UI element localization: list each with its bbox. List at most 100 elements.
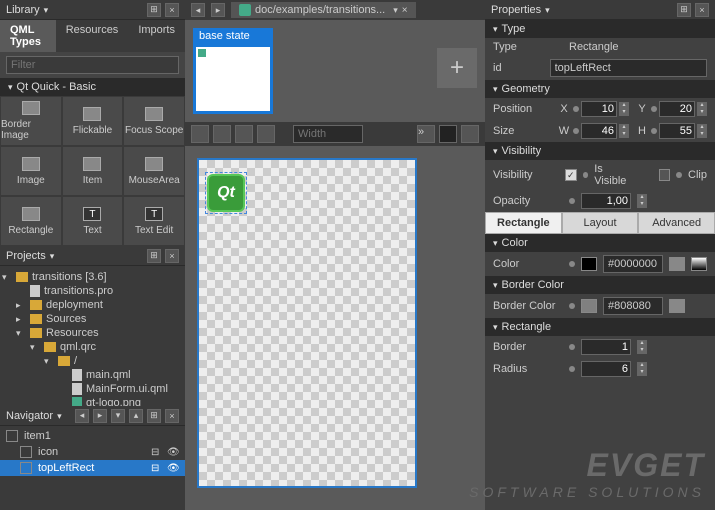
tree-item[interactable]: ▾Resources (2, 326, 183, 340)
size-w-input[interactable] (581, 123, 617, 139)
base-state[interactable]: base state (193, 28, 273, 114)
spinner-up-icon[interactable]: ▴ (637, 340, 647, 347)
comp-text[interactable]: TText (62, 196, 124, 246)
close-tab-icon[interactable]: × (402, 5, 408, 16)
close-icon[interactable]: × (165, 3, 179, 17)
tree-item[interactable]: ▾qml.qrc (2, 340, 183, 354)
pos-y-input[interactable] (659, 101, 695, 117)
qt-quick-basic-header[interactable]: Qt Quick - Basic (0, 78, 185, 96)
close-icon[interactable]: × (165, 249, 179, 263)
spinner-down-icon[interactable]: ▾ (697, 131, 707, 138)
is-visible-checkbox[interactable]: ✓ (565, 169, 576, 181)
old-color-swatch[interactable] (669, 257, 685, 271)
spinner-up-icon[interactable]: ▴ (619, 102, 629, 109)
split-icon[interactable]: ⊞ (147, 409, 161, 423)
geometry-section[interactable]: Geometry (485, 80, 715, 98)
clip-checkbox[interactable] (659, 169, 670, 181)
library-title[interactable]: Library (6, 4, 147, 16)
pos-x-input[interactable] (581, 101, 617, 117)
back-icon[interactable]: ◂ (191, 3, 205, 17)
qt-logo-item[interactable]: Qt (207, 174, 245, 212)
comp-rectangle[interactable]: Rectangle (0, 196, 62, 246)
comp-flickable[interactable]: Flickable (62, 96, 124, 146)
nav-item-icon[interactable]: icon⊟👁 (0, 444, 185, 460)
tree-item[interactable]: ▸Sources (2, 312, 183, 326)
border-color-section[interactable]: Border Color (485, 276, 715, 294)
tab-qml-types[interactable]: QML Types (0, 20, 56, 52)
opacity-input[interactable] (581, 193, 631, 209)
comp-border-image[interactable]: Border Image (0, 96, 62, 146)
tree-item[interactable]: transitions.pro (2, 284, 183, 298)
tool-btn[interactable] (461, 125, 479, 143)
spinner-down-icon[interactable]: ▾ (637, 369, 647, 376)
navigator-title[interactable]: Navigator (6, 410, 75, 422)
right-icon[interactable]: ▸ (93, 409, 107, 423)
width-input[interactable] (293, 125, 363, 143)
color-section[interactable]: Color (485, 234, 715, 252)
canvas-area[interactable]: Qt (185, 146, 485, 510)
forward-icon[interactable]: ▸ (211, 3, 225, 17)
add-state-button[interactable]: + (437, 48, 477, 88)
spinner-down-icon[interactable]: ▾ (619, 131, 629, 138)
spinner-down-icon[interactable]: ▾ (637, 201, 647, 208)
close-icon[interactable]: × (695, 3, 709, 17)
spinner-up-icon[interactable]: ▴ (637, 194, 647, 201)
tool-btn[interactable] (235, 125, 253, 143)
tree-item[interactable]: main.qml (2, 368, 183, 382)
border-color-swatch[interactable] (581, 299, 597, 313)
tool-btn[interactable] (257, 125, 275, 143)
comp-focus-scope[interactable]: Focus Scope (123, 96, 185, 146)
spinner-up-icon[interactable]: ▴ (637, 362, 647, 369)
projects-title[interactable]: Projects (6, 250, 147, 262)
tool-btn[interactable] (213, 125, 231, 143)
split-icon[interactable]: ⊞ (147, 3, 161, 17)
tab-layout[interactable]: Layout (562, 212, 639, 234)
visibility-section[interactable]: Visibility (485, 142, 715, 160)
tree-item[interactable]: MainForm.ui.qml (2, 382, 183, 396)
color-swatch[interactable] (581, 257, 597, 271)
eye-icon[interactable]: 👁 (167, 447, 179, 457)
link-icon[interactable]: ⊟ (151, 447, 163, 457)
spinner-up-icon[interactable]: ▴ (697, 124, 707, 131)
eye-icon[interactable]: 👁 (167, 463, 179, 473)
old-border-swatch[interactable] (669, 299, 685, 313)
file-tab[interactable]: doc/examples/transitions... × (231, 2, 416, 18)
comp-mousearea[interactable]: MouseArea (123, 146, 185, 196)
split-icon[interactable]: ⊞ (677, 3, 691, 17)
spinner-down-icon[interactable]: ▾ (619, 109, 629, 116)
left-icon[interactable]: ◂ (75, 409, 89, 423)
up-icon[interactable]: ▴ (129, 409, 143, 423)
gradient-swatch[interactable] (691, 257, 707, 271)
rectangle-section[interactable]: Rectangle (485, 318, 715, 336)
tree-root[interactable]: ▾transitions [3.6] (2, 270, 183, 284)
filter-input[interactable] (6, 56, 179, 74)
tab-rectangle[interactable]: Rectangle (485, 212, 562, 234)
spinner-down-icon[interactable]: ▾ (637, 347, 647, 354)
tool-btn[interactable] (439, 125, 457, 143)
nav-item-item1[interactable]: item1 (0, 428, 185, 444)
properties-title[interactable]: Properties (491, 4, 677, 16)
type-section[interactable]: Type (485, 20, 715, 38)
down-icon[interactable]: ▾ (111, 409, 125, 423)
border-color-input[interactable] (603, 297, 663, 315)
id-input[interactable] (550, 59, 707, 77)
comp-image[interactable]: Image (0, 146, 62, 196)
spinner-up-icon[interactable]: ▴ (619, 124, 629, 131)
color-input[interactable] (603, 255, 663, 273)
close-icon[interactable]: × (165, 409, 179, 423)
spinner-up-icon[interactable]: ▴ (697, 102, 707, 109)
tool-btn[interactable]: » (417, 125, 435, 143)
radius-input[interactable] (581, 361, 631, 377)
spinner-down-icon[interactable]: ▾ (697, 109, 707, 116)
link-icon[interactable]: ⊟ (151, 463, 163, 473)
comp-item[interactable]: Item (62, 146, 124, 196)
tree-item[interactable]: ▾/ (2, 354, 183, 368)
canvas[interactable]: Qt (197, 158, 417, 488)
tab-resources[interactable]: Resources (56, 20, 129, 52)
comp-text-edit[interactable]: TText Edit (123, 196, 185, 246)
tab-imports[interactable]: Imports (128, 20, 185, 52)
nav-item-topleftrect[interactable]: topLeftRect⊟👁 (0, 460, 185, 476)
tab-advanced[interactable]: Advanced (638, 212, 715, 234)
split-icon[interactable]: ⊞ (147, 249, 161, 263)
tree-item[interactable]: ▸deployment (2, 298, 183, 312)
